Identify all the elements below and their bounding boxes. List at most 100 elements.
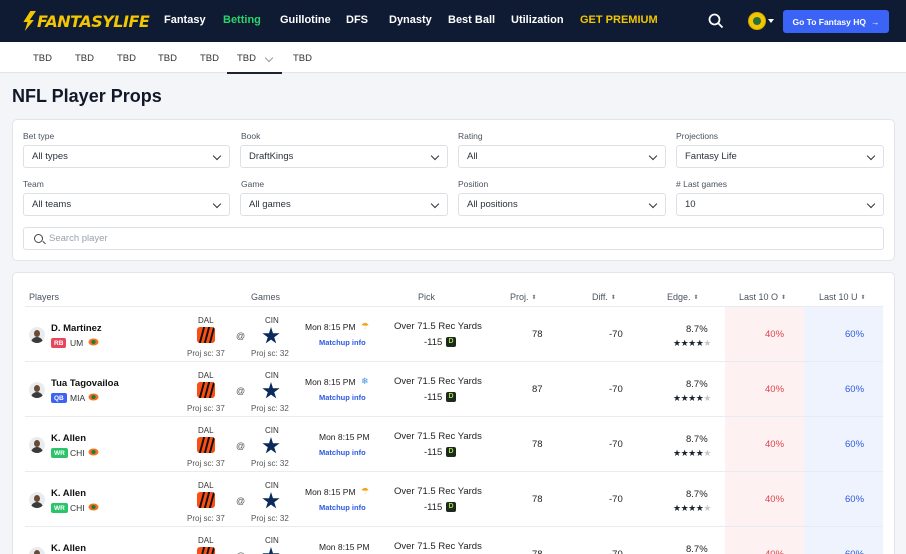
bet-type-select[interactable]: All types (23, 145, 230, 168)
chevron-down-icon (212, 151, 222, 161)
book-select[interactable]: DraftKings (240, 145, 448, 168)
user-avatar[interactable] (748, 12, 766, 30)
position-select[interactable]: All positions (458, 193, 666, 216)
header-edge[interactable]: Edge. ⬍ (667, 292, 699, 302)
projections-value: Fantasy Life (685, 151, 737, 162)
player-avatar (29, 547, 45, 554)
chevron-down-icon (866, 199, 876, 209)
star-icon: ★ (673, 448, 681, 458)
subnav-tab[interactable]: TBD (75, 53, 94, 64)
nav-item-best-ball[interactable]: Best Ball (448, 14, 495, 26)
header-proj[interactable]: Proj. ⬍ (510, 292, 537, 302)
last10-over-value: 40% (765, 439, 785, 450)
table-row[interactable]: K. Allen WR CHI DAL Proj sc: 37 @ CIN Pr… (25, 526, 883, 554)
nav-item-dfs[interactable]: DFS (346, 14, 368, 26)
position-badge: RB (51, 338, 67, 348)
nav-item-utilization[interactable]: Utilization (511, 14, 564, 26)
player-body-icon (31, 447, 43, 453)
nav-item-dynasty[interactable]: Dynasty (389, 14, 432, 26)
rating-stars: ★★★★★ (673, 448, 711, 458)
nav-item-guillotine[interactable]: Guillotine (280, 14, 331, 26)
header-diff[interactable]: Diff. ⬍ (592, 292, 616, 302)
table-row[interactable]: K. Allen WR CHI DAL Proj sc: 37 @ CIN Pr… (25, 471, 883, 526)
draftkings-icon: D (446, 502, 456, 512)
cowboys-logo-icon (262, 492, 280, 509)
fantasylife-logo[interactable]: FANTASYLIFE (22, 10, 150, 32)
bears-logo-icon (88, 503, 99, 511)
sort-icon: ⬍ (531, 295, 537, 301)
rating-select[interactable]: All (458, 145, 666, 168)
table-row[interactable]: K. Allen WR CHI DAL Proj sc: 37 @ CIN Pr… (25, 416, 883, 471)
header-players: Players (29, 292, 60, 302)
table-row[interactable]: D. Martinez RB UM DAL Proj sc: 37 @ CIN … (25, 306, 883, 361)
home-team-abbr: CIN (265, 536, 279, 545)
matchup-info-link[interactable]: Matchup info (319, 503, 366, 512)
cowboys-logo-icon (262, 547, 280, 554)
player-team: CHI (70, 503, 85, 513)
search-player-input[interactable]: Search player (23, 227, 884, 250)
subnav-tab[interactable]: TBD (293, 53, 312, 64)
away-team-abbr: DAL (198, 316, 214, 325)
last10-under-value: 60% (845, 549, 864, 554)
chevron-down-icon (212, 199, 222, 209)
last10-under-value: 60% (845, 494, 865, 505)
header-last10-over[interactable]: Last 10 O ⬍ (739, 292, 786, 302)
last-games-value: 10 (685, 199, 696, 210)
star-icon: ★ (688, 503, 696, 513)
chevron-down-icon[interactable] (768, 19, 774, 23)
nav-item-fantasy[interactable]: Fantasy (164, 14, 206, 26)
go-to-fantasy-hq-button[interactable]: Go To Fantasy HQ → (783, 10, 889, 33)
subnav-tab[interactable]: TBD (158, 53, 177, 64)
subnav-tab-active[interactable]: TBD (227, 53, 282, 74)
nav-item-betting[interactable]: Betting (223, 14, 261, 26)
player-name[interactable]: D. Martinez (51, 323, 102, 334)
player-avatar (29, 437, 45, 453)
matchup-info-link[interactable]: Matchup info (319, 393, 366, 402)
game-time: Mon 8:15 PM (305, 322, 356, 332)
filter-label-bet-type: Bet type (23, 131, 55, 141)
last-games-select[interactable]: 10 (676, 193, 884, 216)
dolphins-logo-icon (88, 393, 99, 401)
search-icon[interactable] (708, 13, 724, 29)
position-badge: QB (51, 393, 67, 403)
at-symbol: @ (236, 331, 246, 341)
pick-odds: -115 (424, 392, 443, 403)
last10-under-value: 60% (845, 384, 865, 395)
bet-type-value: All types (32, 151, 68, 162)
edge-value: 8.7% (686, 489, 708, 500)
home-proj-score: Proj sc: 32 (251, 459, 289, 468)
player-name[interactable]: Tua Tagovailoa (51, 378, 119, 389)
header-edge-label: Edge. (667, 292, 691, 302)
last10-over-value: 40% (765, 329, 785, 340)
proj-value: 78 (532, 494, 543, 505)
edge-value: 8.7% (686, 379, 708, 390)
sort-icon: ⬍ (610, 295, 616, 301)
player-name[interactable]: K. Allen (51, 543, 86, 554)
proj-value: 87 (532, 384, 543, 395)
matchup-info-link[interactable]: Matchup info (319, 448, 366, 457)
player-name[interactable]: K. Allen (51, 433, 86, 444)
chevron-down-icon (430, 151, 440, 161)
draftkings-icon: D (446, 447, 456, 457)
rain-icon: ☂ (361, 321, 370, 331)
home-proj-score: Proj sc: 32 (251, 349, 289, 358)
table-row[interactable]: Tua Tagovailoa QB MIA DAL Proj sc: 37 @ … (25, 361, 883, 416)
nav-item-get-premium[interactable]: GET PREMIUM (580, 14, 658, 26)
book-value: DraftKings (249, 151, 294, 162)
bengals-logo-icon (197, 437, 215, 453)
filter-label-last-games: # Last games (676, 179, 728, 189)
game-time: Mon 8:15 PM (305, 487, 356, 497)
player-head-icon (34, 495, 40, 502)
team-select[interactable]: All teams (23, 193, 230, 216)
projections-select[interactable]: Fantasy Life (676, 145, 884, 168)
subnav-tab[interactable]: TBD (200, 53, 219, 64)
game-select[interactable]: All games (240, 193, 448, 216)
player-head-icon (34, 440, 40, 447)
filter-label-position: Position (458, 179, 489, 189)
matchup-info-link[interactable]: Matchup info (319, 338, 366, 347)
game-value: All games (249, 199, 291, 210)
player-name[interactable]: K. Allen (51, 488, 86, 499)
subnav-tab[interactable]: TBD (117, 53, 136, 64)
header-last10-under[interactable]: Last 10 U ⬍ (819, 292, 866, 302)
subnav-tab[interactable]: TBD (33, 53, 52, 64)
